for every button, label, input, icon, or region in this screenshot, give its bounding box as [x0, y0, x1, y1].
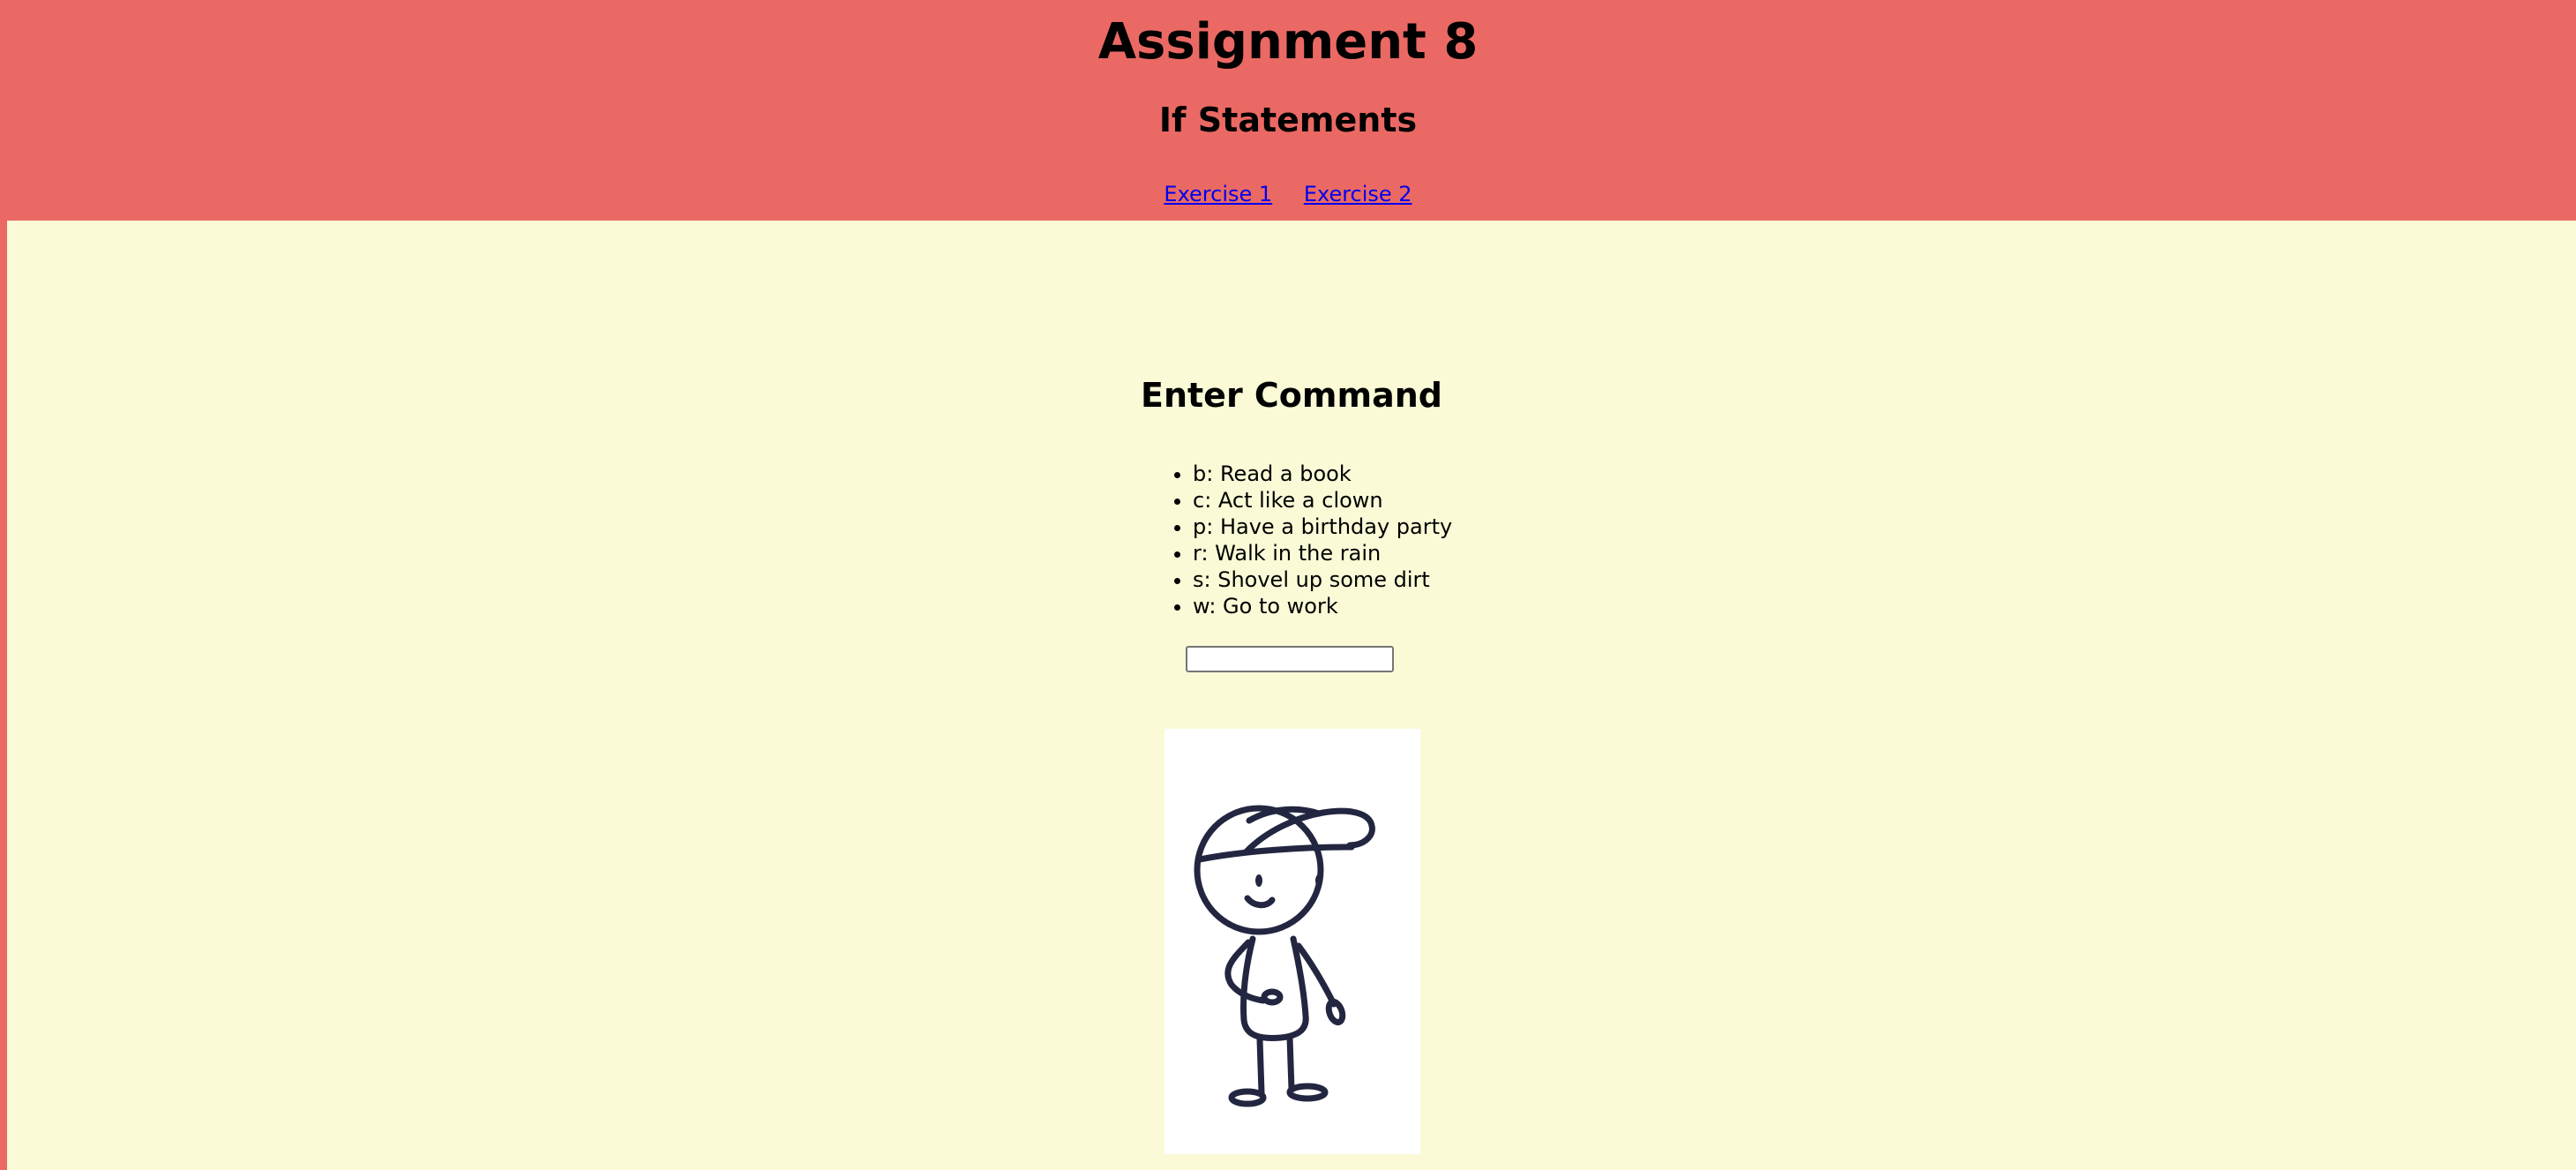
main-content: Enter Command b: Read a book c: Act like…	[7, 221, 2576, 1170]
command-item-s: s: Shovel up some dirt	[1193, 566, 1452, 593]
command-input[interactable]	[1186, 646, 1394, 672]
stick-figure-icon	[1194, 805, 1375, 1107]
command-item-b: b: Read a book	[1193, 461, 1452, 487]
command-item-p: p: Have a birthday party	[1193, 514, 1452, 540]
command-item-w: w: Go to work	[1193, 593, 1452, 619]
section-heading: Enter Command	[1141, 376, 1442, 415]
nav-links: Exercise 1 Exercise 2	[0, 176, 2576, 212]
command-item-r: r: Walk in the rain	[1193, 540, 1452, 566]
page-header: Assignment 8 If Statements Exercise 1 Ex…	[0, 0, 2576, 221]
nav-link-exercise-1[interactable]: Exercise 1	[1164, 182, 1272, 206]
right-eye	[1315, 874, 1322, 887]
command-list: b: Read a book c: Act like a clown p: Ha…	[1157, 461, 1452, 619]
page-subtitle: If Statements	[1158, 101, 1418, 139]
command-item-c: c: Act like a clown	[1193, 487, 1452, 514]
nav-link-exercise-2[interactable]: Exercise 2	[1304, 182, 1412, 206]
left-eye	[1255, 874, 1262, 887]
page-title: Assignment 8	[1097, 13, 1479, 71]
character-image	[1164, 729, 1420, 1154]
